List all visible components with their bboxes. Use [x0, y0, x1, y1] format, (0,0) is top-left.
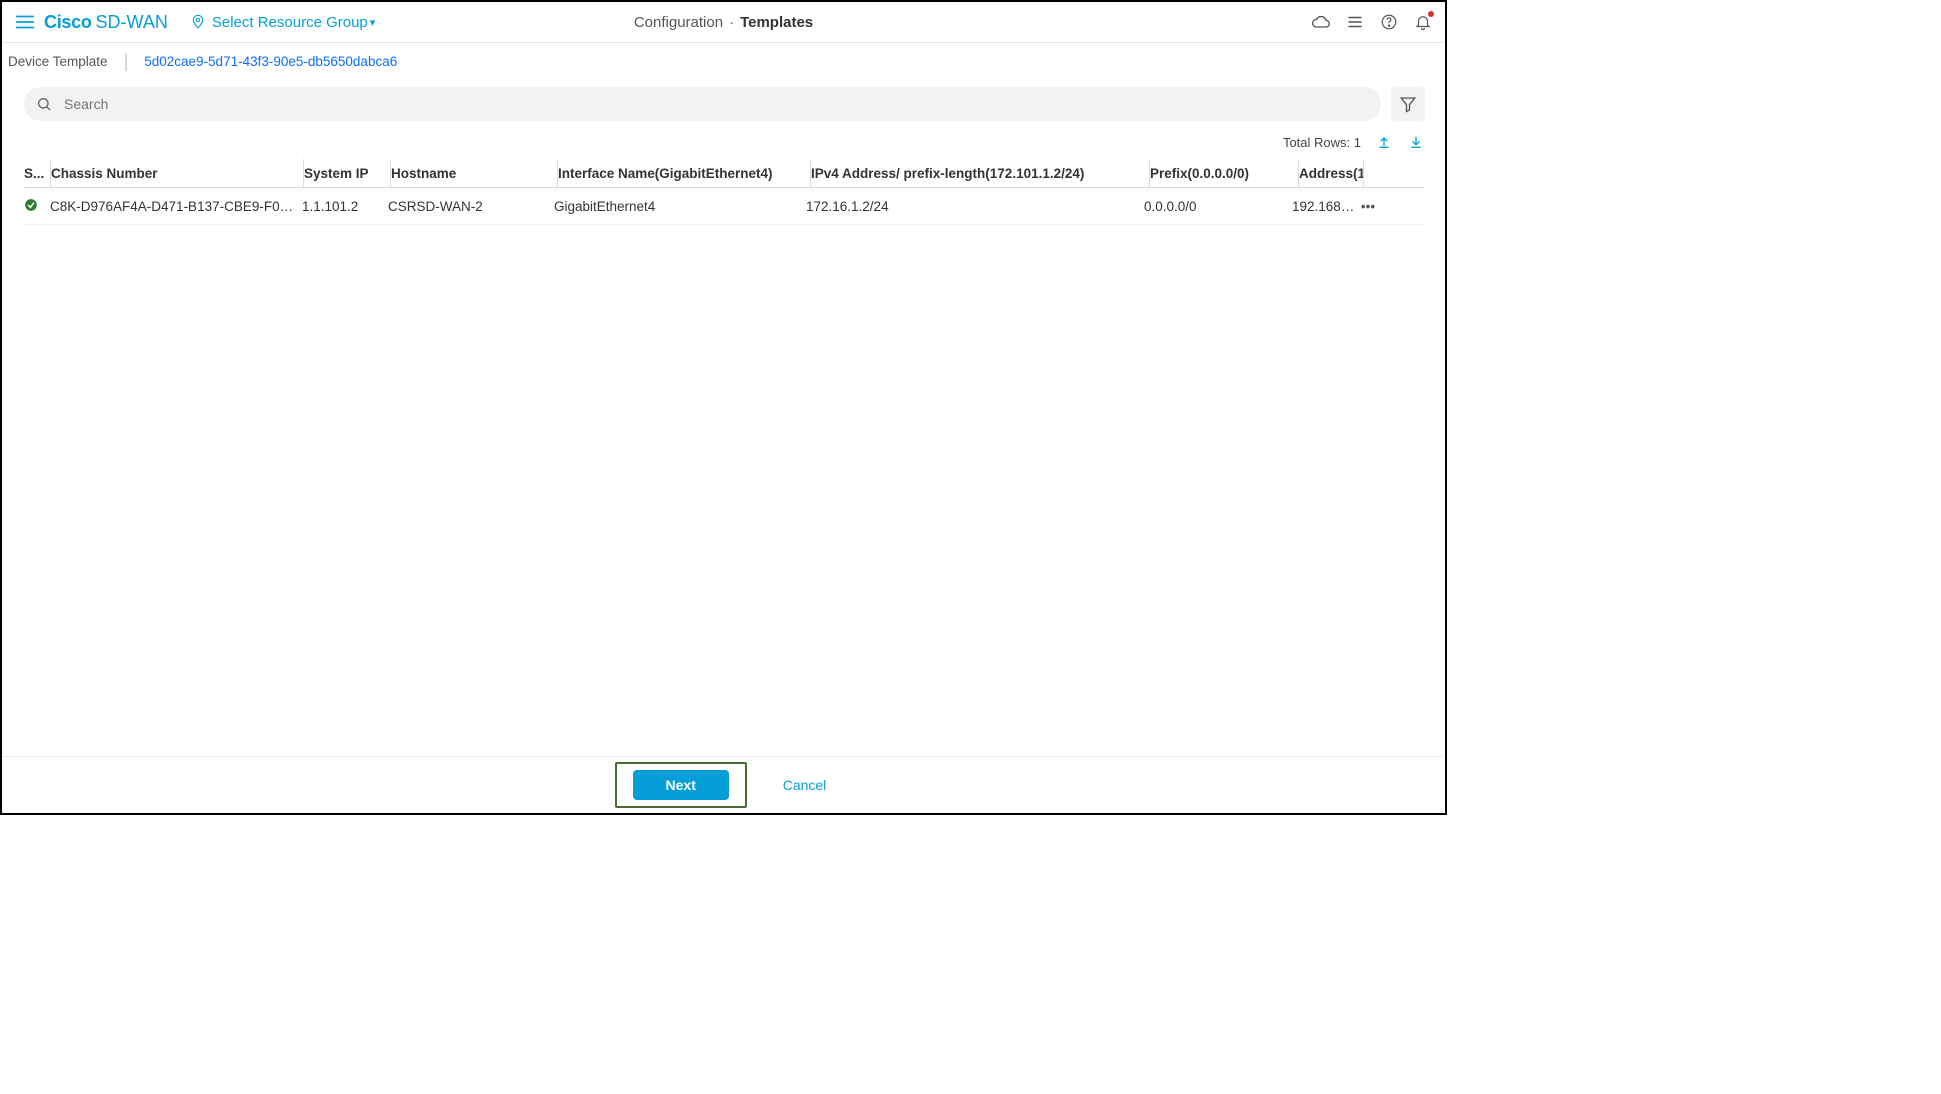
notifications-icon[interactable]: [1413, 12, 1433, 32]
subheader-separator: |: [124, 51, 129, 72]
breadcrumb-separator: ·: [729, 14, 734, 31]
breadcrumb-root: Configuration: [634, 14, 723, 31]
row-hostname: CSRSD-WAN-2: [388, 199, 554, 214]
table-row[interactable]: C8K-D976AF4A-D471-B137-CBE9-F0E6... 1.1.…: [24, 188, 1425, 225]
total-rows-text: Total Rows: 1: [1283, 135, 1361, 150]
col-prefix[interactable]: Prefix(0.0.0.0/0): [1150, 159, 1299, 187]
search-bar[interactable]: [24, 87, 1381, 121]
hamburger-menu-icon[interactable]: [14, 11, 36, 33]
col-hostname[interactable]: Hostname: [391, 159, 558, 187]
select-resource-group-button[interactable]: Select Resource Group ▾: [190, 12, 375, 32]
brand-sdwan-text: SD-WAN: [96, 12, 168, 33]
resource-group-label: Select Resource Group: [212, 14, 368, 31]
filter-button[interactable]: [1391, 87, 1425, 121]
download-icon[interactable]: [1407, 133, 1425, 151]
row-system-ip: 1.1.101.2: [302, 199, 388, 214]
row-status: [24, 198, 50, 215]
search-icon: [36, 96, 52, 112]
row-ipv4: 172.16.1.2/24: [806, 199, 1144, 214]
help-icon[interactable]: [1379, 12, 1399, 32]
next-button-highlight: Next: [615, 762, 747, 808]
search-input[interactable]: [62, 95, 1369, 113]
cloud-icon[interactable]: [1311, 12, 1331, 32]
row-interface-name: GigabitEthernet4: [554, 199, 806, 214]
col-address[interactable]: Address(1: [1299, 159, 1364, 187]
device-table: S... Chassis Number System IP Hostname I…: [2, 159, 1445, 225]
brand-cisco-text: Cisco: [44, 12, 92, 33]
export-icon[interactable]: [1375, 133, 1393, 151]
row-actions-menu[interactable]: •••: [1356, 199, 1380, 214]
col-status[interactable]: S...: [24, 159, 51, 187]
next-button[interactable]: Next: [633, 770, 729, 800]
col-system-ip[interactable]: System IP: [304, 159, 391, 187]
col-ipv4[interactable]: IPv4 Address/ prefix-length(172.101.1.2/…: [811, 159, 1150, 187]
row-chassis: C8K-D976AF4A-D471-B137-CBE9-F0E6...: [50, 199, 302, 214]
brand-logo: Cisco SD-WAN: [44, 12, 168, 33]
breadcrumb: Configuration · Templates: [634, 2, 813, 42]
subheader: Device Template | 5d02cae9-5d71-43f3-90e…: [2, 43, 1445, 79]
row-address: 192.168.15: [1292, 199, 1356, 214]
top-nav: Cisco SD-WAN Select Resource Group ▾ Con…: [2, 2, 1445, 43]
col-chassis[interactable]: Chassis Number: [51, 159, 304, 187]
table-header: S... Chassis Number System IP Hostname I…: [24, 159, 1425, 188]
subheader-label: Device Template: [6, 54, 108, 69]
col-interface-name[interactable]: Interface Name(GigabitEthernet4): [558, 159, 811, 187]
breadcrumb-current: Templates: [740, 14, 813, 31]
status-ok-icon: [24, 198, 38, 212]
notification-badge: [1428, 11, 1434, 17]
chevron-down-icon: ▾: [370, 16, 376, 29]
row-prefix: 0.0.0.0/0: [1144, 199, 1292, 214]
template-id-link[interactable]: 5d02cae9-5d71-43f3-90e5-db5650dabca6: [144, 54, 397, 69]
footer-actions: Next Cancel: [2, 756, 1445, 813]
location-pin-icon: [190, 12, 206, 32]
tasks-icon[interactable]: [1345, 12, 1365, 32]
cancel-button[interactable]: Cancel: [777, 776, 833, 794]
